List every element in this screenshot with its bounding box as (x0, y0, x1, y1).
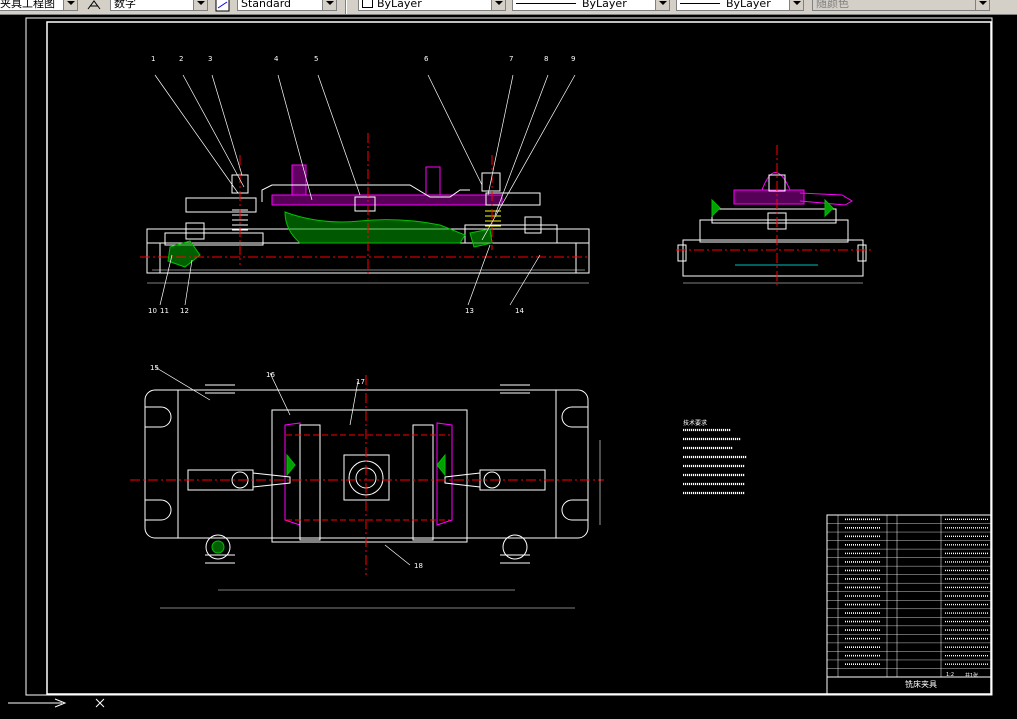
balloon-5: 5 (314, 55, 319, 63)
title-block (826, 514, 992, 695)
sheet-outer-border (25, 17, 993, 696)
side-base (682, 239, 864, 277)
layer-name: 夹具工程图 (0, 0, 55, 10)
balloon-4: 4 (274, 55, 279, 63)
ucs-x-arrow (8, 698, 67, 708)
notes-lines (683, 428, 747, 495)
balloon-10: 10 (148, 307, 157, 315)
text-style-dropdown[interactable]: 数字 (110, 0, 208, 11)
clamp-bar (271, 194, 503, 206)
balloon-14: 14 (515, 307, 524, 315)
chevron-down-icon[interactable] (789, 0, 803, 10)
balloon-13: 13 (465, 307, 474, 315)
balloon-11: 11 (160, 307, 169, 315)
plan-pin-hatch (211, 540, 225, 554)
balloon-18: 18 (414, 562, 423, 570)
dim-style-icon[interactable] (214, 0, 232, 12)
color-swatch (362, 0, 373, 8)
chevron-down-icon[interactable] (655, 0, 669, 10)
chevron-down-icon[interactable] (193, 0, 207, 10)
separator (345, 0, 347, 14)
balloon-12: 12 (180, 307, 189, 315)
tb-rows (827, 518, 991, 669)
balloon-17: 17 (356, 378, 365, 386)
right-spring (485, 210, 501, 227)
plan-body (177, 389, 557, 539)
linetype-value: ByLayer (582, 0, 627, 10)
side-key-right (857, 244, 867, 262)
balloon-16: 16 (266, 371, 275, 379)
clamp-lever-right (425, 166, 441, 196)
text-style-value: 数字 (114, 0, 136, 10)
leader-lines-bottom (159, 244, 541, 306)
lineweight-value: ByLayer (726, 0, 771, 10)
plan-leaders (154, 366, 411, 566)
layer-dropdown[interactable]: 夹具工程图 (0, 0, 78, 11)
balloon-6: 6 (424, 55, 429, 63)
balloon-9: 9 (571, 55, 576, 63)
chevron-down-icon[interactable] (63, 0, 77, 10)
workpiece-hatch (284, 211, 466, 244)
leader-lines-top (154, 74, 576, 241)
left-bolt-head (185, 222, 205, 240)
balloon-3: 3 (208, 55, 213, 63)
linetype-dropdown[interactable]: ByLayer (512, 0, 670, 11)
plan-pins (205, 384, 530, 564)
dim-style-value: Standard (241, 0, 292, 10)
balloon-15: 15 (150, 364, 159, 372)
lineweight-dropdown[interactable]: ByLayer (676, 0, 804, 11)
chevron-down-icon[interactable] (491, 0, 505, 10)
plan-clamp-jaws (284, 422, 453, 526)
lineweight-preview (680, 3, 720, 4)
side-key-left (677, 244, 687, 262)
balloon-2: 2 (179, 55, 184, 63)
chevron-down-icon[interactable] (322, 0, 336, 10)
side-clamp-bar (733, 189, 805, 205)
plan-right-block (412, 424, 434, 541)
plan-view (130, 366, 604, 609)
plot-style-value: 随颜色 (816, 0, 849, 10)
dim-style-dropdown[interactable]: Standard (237, 0, 337, 11)
plan-left-block (299, 424, 321, 541)
balloon-1: 1 (151, 55, 156, 63)
linetype-preview (516, 3, 576, 4)
notes-title: 技术要求 (683, 420, 708, 427)
drawing-viewport[interactable]: 1 2 3 4 5 6 7 8 9 10 11 12 13 14 15 16 1… (0, 15, 1017, 719)
plan-fixture-body (271, 409, 468, 543)
side-view (676, 145, 872, 285)
color-value: ByLayer (377, 0, 422, 10)
chevron-down-icon[interactable] (975, 0, 989, 10)
front-view (140, 74, 590, 306)
drawing-sheet: 共1张 (965, 673, 979, 679)
balloon-8: 8 (544, 55, 549, 63)
text-style-icon[interactable] (86, 0, 104, 12)
color-dropdown[interactable]: ByLayer (358, 0, 506, 11)
locator-hatch-right (469, 228, 493, 248)
ucs-x-label (95, 698, 105, 708)
drawing-name: 铣床夹具 (905, 680, 937, 689)
side-top (711, 208, 837, 224)
balloon-7: 7 (509, 55, 514, 63)
plot-style-dropdown[interactable]: 随颜色 (812, 0, 990, 11)
properties-toolbar: 夹具工程图 数字 Standard ByLayer ByLayer ByLaye… (0, 0, 1017, 15)
drawing-scale: 1:2 (946, 672, 955, 678)
